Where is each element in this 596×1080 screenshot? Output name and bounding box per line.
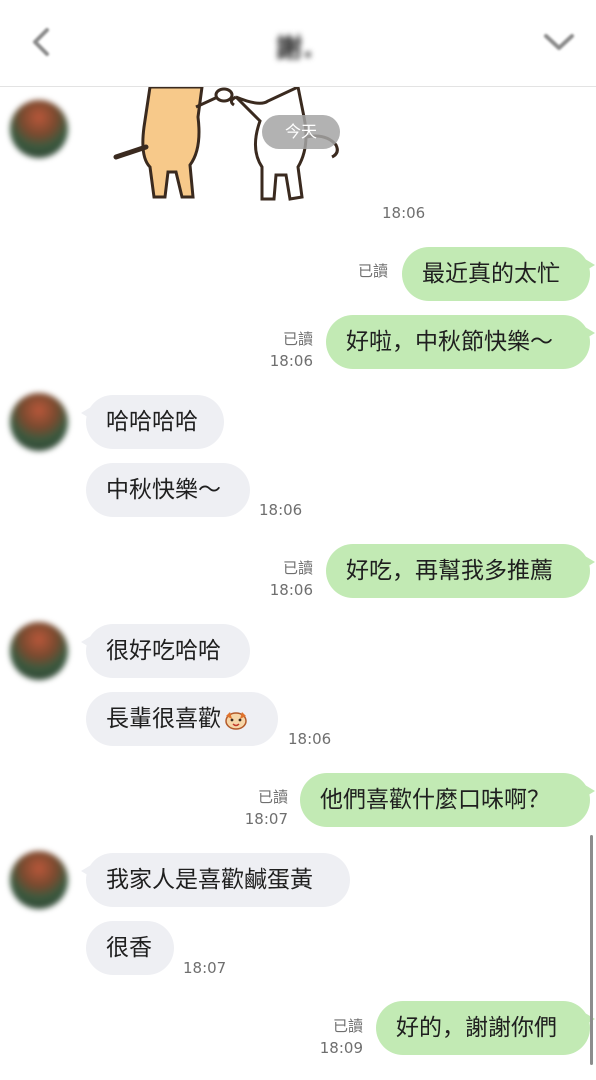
message-time: 18:06 <box>259 501 303 519</box>
message-time: 18:06 <box>269 352 313 370</box>
avatar[interactable] <box>10 851 68 909</box>
incoming-message-bubble[interactable]: 哈哈哈哈 <box>81 395 224 449</box>
incoming-message-bubble[interactable]: 很好吃哈哈 <box>81 624 250 678</box>
outgoing-message-bubble[interactable]: 好吃，再幫我多推薦 <box>326 544 595 598</box>
read-receipt: 已讀 <box>257 788 288 806</box>
read-receipt: 已讀 <box>282 330 313 348</box>
avatar[interactable] <box>10 393 68 451</box>
chat-message-list[interactable]: 今天 18:06 已讀 最近真的太忙 已讀 18:06 好啦，中秋節快樂～ 哈哈… <box>0 87 596 1080</box>
message-time: 18:06 <box>269 581 313 599</box>
avatar[interactable] <box>10 100 68 158</box>
message-time: 18:06 <box>288 730 332 748</box>
message-time: 18:06 <box>382 204 426 222</box>
outgoing-message-bubble[interactable]: 他們喜歡什麼口味啊？ <box>300 773 595 827</box>
read-receipt: 已讀 <box>357 262 388 280</box>
outgoing-message-bubble[interactable]: 好啦，中秋節快樂～ <box>326 315 595 369</box>
dog-face-emoji <box>225 711 247 730</box>
read-receipt: 已讀 <box>332 1017 363 1035</box>
read-receipt: 已讀 <box>282 559 313 577</box>
chat-header: 謝. <box>0 0 596 87</box>
incoming-message-bubble[interactable]: 我家人是喜歡鹹蛋黃 <box>81 853 350 907</box>
chevron-left-icon[interactable] <box>30 26 52 58</box>
incoming-message-bubble[interactable]: 中秋快樂～ <box>86 463 250 517</box>
outgoing-message-bubble[interactable]: 好的，謝謝你們 <box>376 1001 595 1055</box>
chat-title[interactable]: 謝. <box>276 28 314 65</box>
message-text: 長輩很喜歡 <box>106 706 221 732</box>
incoming-message-bubble[interactable]: 很香 <box>86 921 174 975</box>
avatar[interactable] <box>10 622 68 680</box>
message-time: 18:09 <box>319 1039 363 1057</box>
scrollbar[interactable] <box>590 835 593 1065</box>
incoming-message-bubble[interactable]: 長輩很喜歡 <box>86 692 278 746</box>
chevron-down-icon[interactable] <box>542 30 576 54</box>
message-time: 18:07 <box>183 959 227 977</box>
date-separator: 今天 <box>262 115 340 149</box>
outgoing-message-bubble[interactable]: 最近真的太忙 <box>402 247 595 301</box>
message-time: 18:07 <box>244 810 288 828</box>
